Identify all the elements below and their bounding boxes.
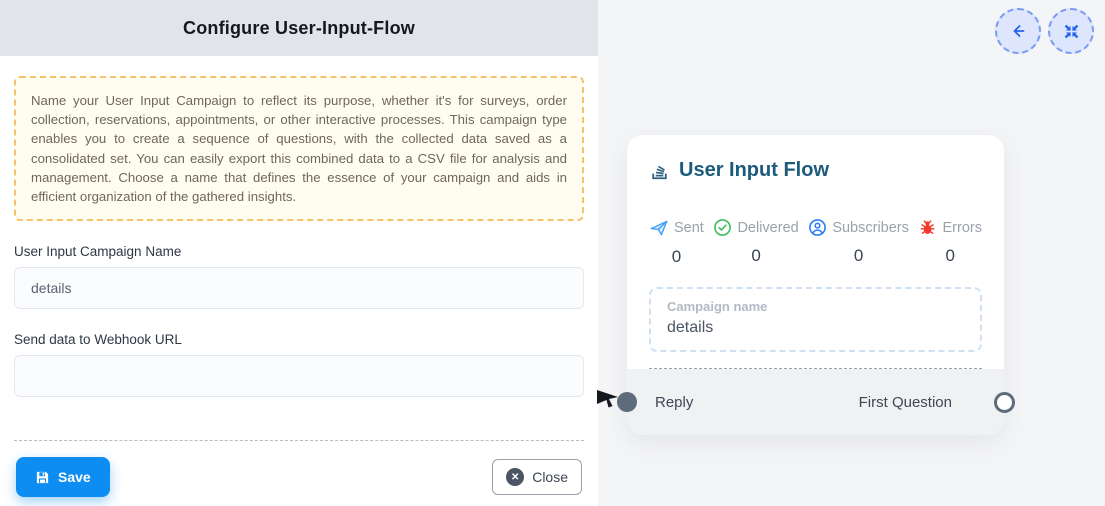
back-button[interactable] bbox=[995, 8, 1041, 54]
close-button-label: Close bbox=[532, 469, 568, 485]
canvas-toolbar bbox=[995, 8, 1094, 54]
close-button[interactable]: ✕ Close bbox=[492, 459, 582, 495]
user-input-flow-node[interactable]: User Input Flow Sent 0 bbox=[627, 135, 1004, 435]
paper-plane-icon bbox=[649, 218, 669, 238]
campaign-preview-value: details bbox=[667, 319, 964, 337]
stats-row: Sent 0 Delivered 0 bbox=[649, 218, 982, 267]
card-footer: Reply First Question bbox=[627, 369, 1004, 435]
stat-label: Errors bbox=[942, 220, 981, 236]
bug-icon bbox=[918, 218, 937, 237]
campaign-name-preview: Campaign name details bbox=[649, 287, 982, 352]
save-button-label: Save bbox=[58, 469, 91, 485]
campaign-preview-label: Campaign name bbox=[667, 299, 964, 314]
page-title: Configure User-Input-Flow bbox=[183, 18, 415, 39]
card-title-row: User Input Flow bbox=[649, 159, 982, 182]
fit-view-button[interactable] bbox=[1048, 8, 1094, 54]
configure-panel: Configure User-Input-Flow Name your User… bbox=[0, 0, 598, 506]
stat-value: 0 bbox=[918, 246, 981, 266]
panel-header: Configure User-Input-Flow bbox=[0, 0, 598, 56]
webhook-url-label: Send data to Webhook URL bbox=[14, 332, 584, 347]
stat-value: 0 bbox=[713, 246, 798, 266]
stat-delivered: Delivered 0 bbox=[713, 218, 798, 267]
save-button[interactable]: Save bbox=[16, 457, 110, 497]
user-circle-icon bbox=[808, 218, 827, 237]
card-content: User Input Flow Sent 0 bbox=[627, 135, 1004, 369]
stat-label: Subscribers bbox=[832, 220, 909, 236]
save-icon bbox=[35, 470, 50, 485]
stack-icon bbox=[649, 160, 670, 181]
info-callout: Name your User Input Campaign to reflect… bbox=[14, 76, 584, 221]
close-circle-icon: ✕ bbox=[506, 468, 524, 486]
webhook-url-input[interactable] bbox=[14, 355, 584, 397]
stat-sent: Sent 0 bbox=[649, 218, 704, 267]
compress-arrows-icon bbox=[1063, 23, 1080, 40]
campaign-name-input[interactable] bbox=[14, 267, 584, 309]
form-actions: Save ✕ Close bbox=[14, 441, 584, 497]
stat-errors: Errors 0 bbox=[918, 218, 981, 267]
first-question-label: First Question bbox=[859, 394, 952, 411]
flow-canvas[interactable]: User Input Flow Sent 0 bbox=[598, 0, 1105, 506]
mouse-cursor-icon bbox=[596, 385, 622, 416]
stat-subscribers: Subscribers 0 bbox=[808, 218, 909, 267]
reply-label: Reply bbox=[655, 394, 693, 411]
stat-label: Delivered bbox=[737, 220, 798, 236]
first-question-output-handle[interactable] bbox=[994, 392, 1015, 413]
card-title: User Input Flow bbox=[679, 159, 829, 182]
stat-value: 0 bbox=[808, 246, 909, 266]
campaign-name-label: User Input Campaign Name bbox=[14, 244, 584, 259]
check-circle-icon bbox=[713, 218, 732, 237]
stat-value: 0 bbox=[649, 247, 704, 267]
stat-label: Sent bbox=[674, 220, 704, 236]
arrow-left-icon bbox=[1008, 21, 1028, 41]
panel-body: Name your User Input Campaign to reflect… bbox=[0, 56, 598, 506]
